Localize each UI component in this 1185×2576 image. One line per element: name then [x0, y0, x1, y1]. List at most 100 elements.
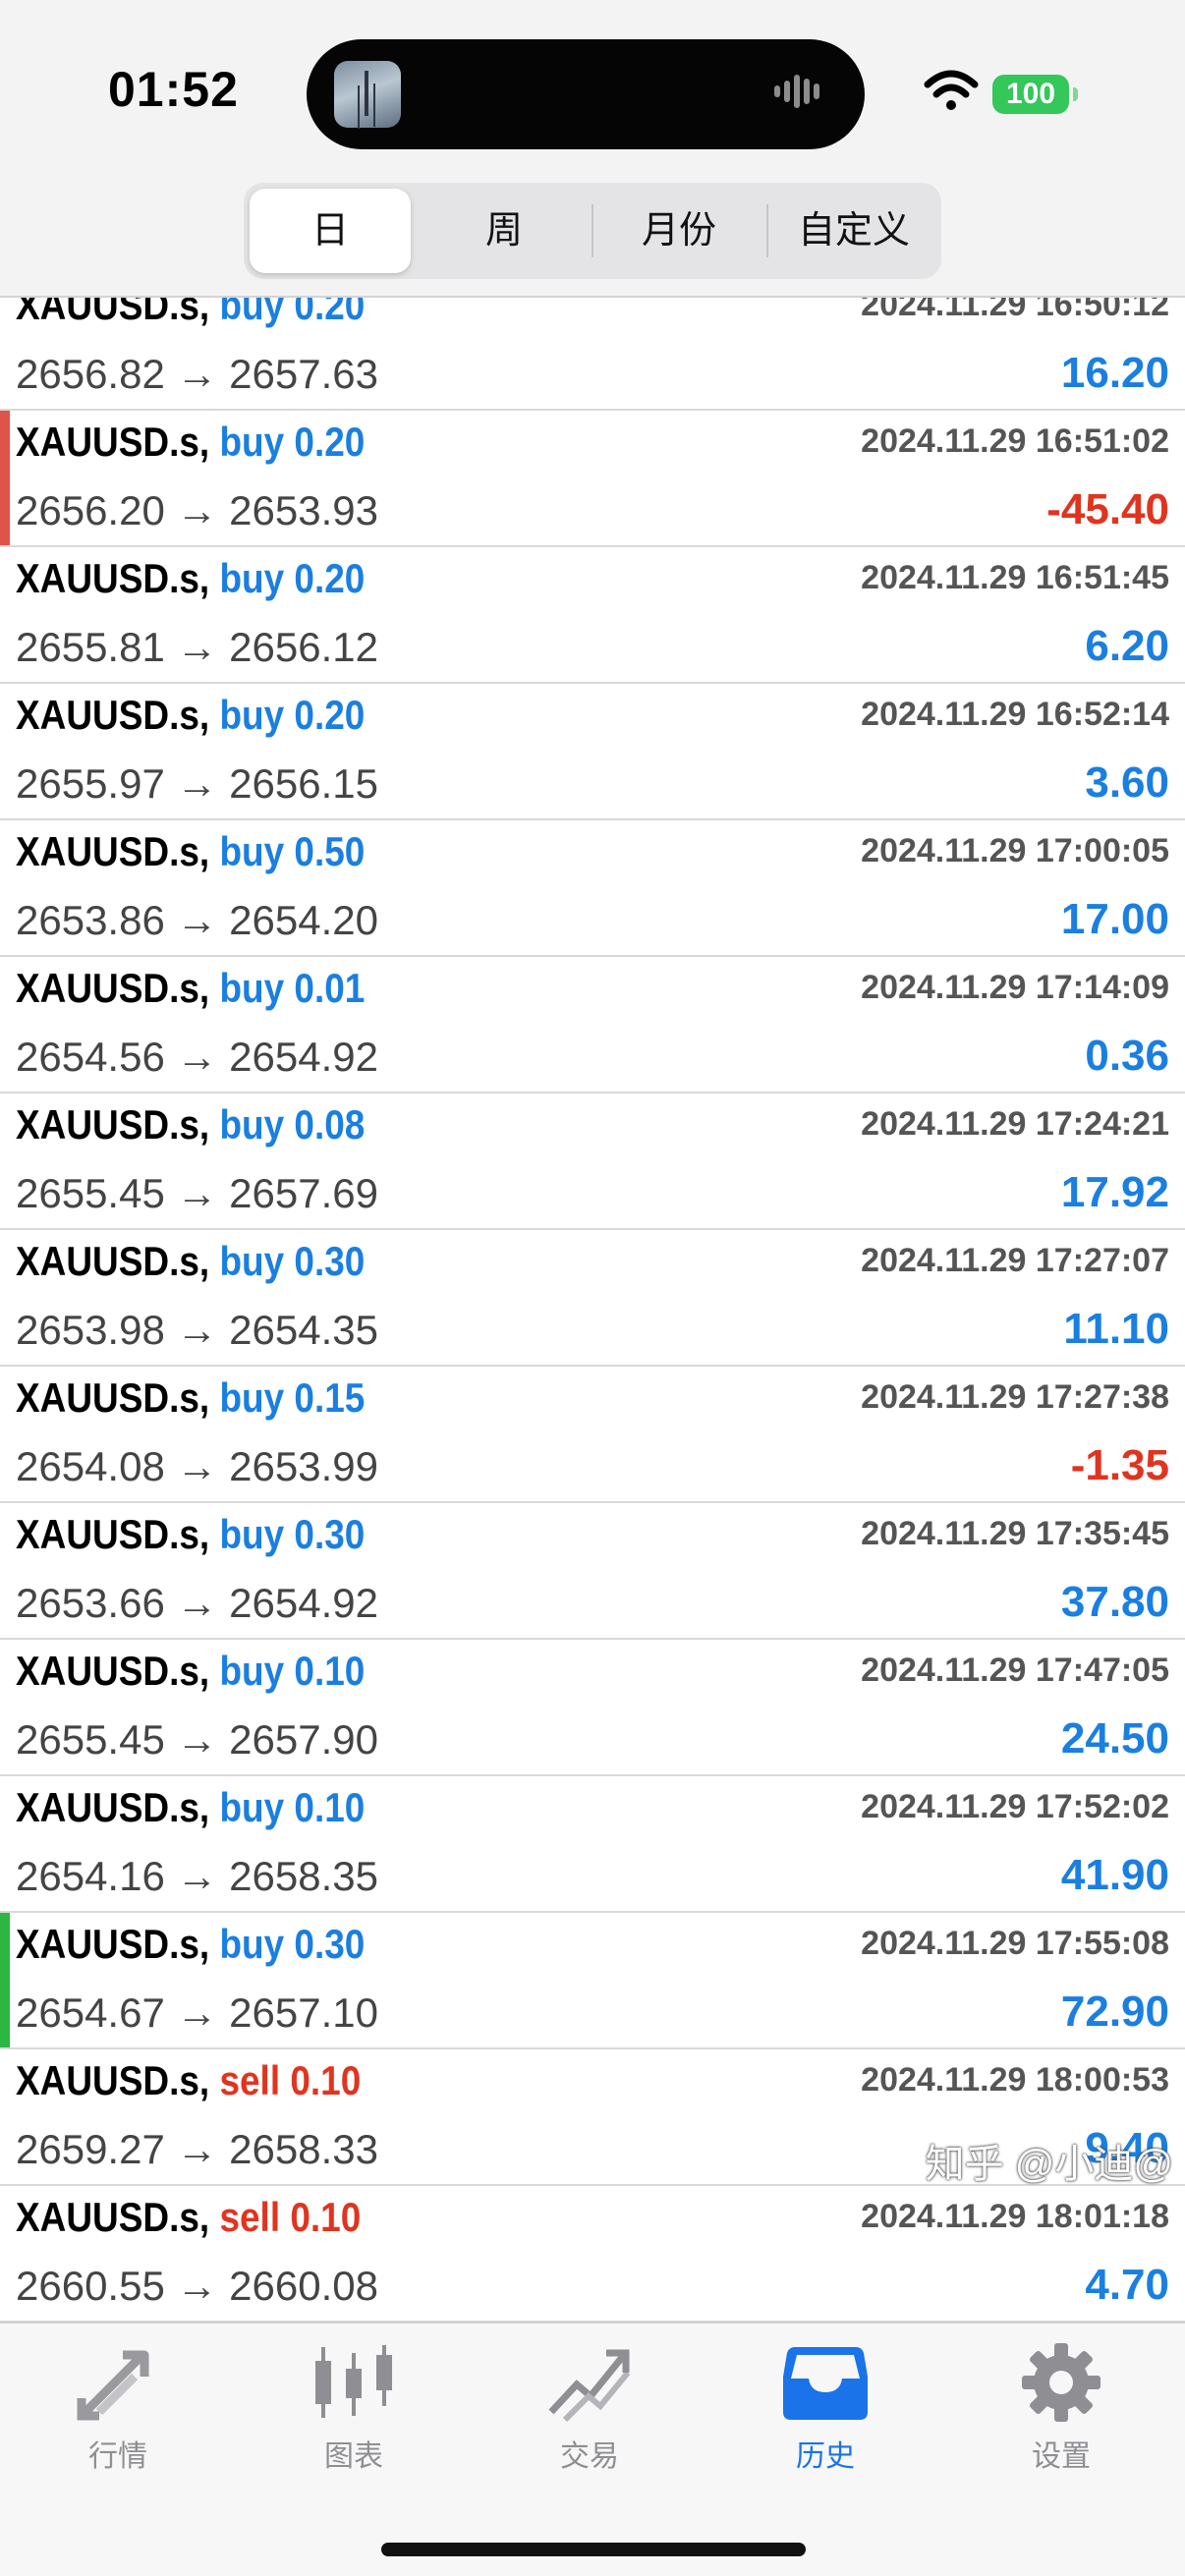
audio-waveform-icon: [774, 75, 837, 114]
trade-profit: 0.36: [1085, 1032, 1169, 1080]
trade-symbol: XAUUSD.s, buy 0.20: [16, 298, 365, 329]
trade-row[interactable]: XAUUSD.s, buy 0.20 2024.11.29 16:51:02 265…: [0, 411, 1185, 547]
trade-row[interactable]: XAUUSD.s, buy 0.20 2024.11.29 16:52:14 265…: [0, 684, 1185, 820]
tab-trade[interactable]: 交易: [501, 2343, 678, 2491]
trade-prices: 2653.86 → 2654.20: [16, 897, 378, 943]
trade-datetime: 2024.11.29 16:52:14: [861, 696, 1169, 733]
trade-row[interactable]: XAUUSD.s, buy 0.30 2024.11.29 17:55:08 265…: [0, 1913, 1185, 2049]
symbol-name: XAUUSD.s,: [16, 555, 210, 601]
symbol-name: XAUUSD.s,: [16, 828, 210, 874]
symbol-name: XAUUSD.s,: [16, 965, 210, 1011]
trade-datetime: 2024.11.29 17:24:21: [861, 1105, 1169, 1143]
symbol-name: XAUUSD.s,: [16, 1921, 210, 1967]
trade-trend-icon: [548, 2349, 631, 2422]
trade-datetime: 2024.11.29 17:14:09: [861, 969, 1169, 1006]
trade-marker: [0, 1913, 10, 2047]
trade-datetime: 2024.11.29 16:51:02: [861, 422, 1169, 460]
trade-symbol: XAUUSD.s, sell 0.10: [16, 2194, 361, 2241]
trade-side-volume: buy 0.10: [219, 1784, 366, 1830]
trade-symbol: XAUUSD.s, buy 0.30: [16, 1511, 365, 1558]
symbol-name: XAUUSD.s,: [16, 1784, 210, 1830]
trade-side-volume: buy 0.08: [219, 1101, 366, 1148]
trade-symbol: XAUUSD.s, buy 0.20: [16, 419, 365, 466]
trade-row[interactable]: XAUUSD.s, buy 0.20 2024.11.29 16:50:12 265…: [0, 298, 1185, 411]
segment-month[interactable]: 月份: [595, 189, 762, 273]
symbol-name: XAUUSD.s,: [16, 1374, 210, 1421]
segment-day[interactable]: 日: [250, 189, 411, 273]
trade-symbol: XAUUSD.s, buy 0.10: [16, 1784, 365, 1831]
now-playing-artwork: [334, 61, 401, 128]
trade-symbol: XAUUSD.s, buy 0.50: [16, 828, 365, 875]
trade-profit: 4.70: [1085, 2261, 1169, 2309]
trade-row[interactable]: XAUUSD.s, buy 0.10 2024.11.29 17:52:02 265…: [0, 1776, 1185, 1913]
symbol-name: XAUUSD.s,: [16, 1511, 210, 1557]
dynamic-island[interactable]: [307, 39, 865, 149]
trade-datetime: 2024.11.29 18:00:53: [861, 2061, 1169, 2099]
tab-history[interactable]: 历史: [737, 2343, 914, 2491]
symbol-name: XAUUSD.s,: [16, 298, 210, 328]
trade-marker: [0, 411, 10, 545]
trade-symbol: XAUUSD.s, buy 0.20: [16, 555, 365, 602]
trade-history-list[interactable]: XAUUSD.s, buy 0.20 2024.11.29 16:50:12 265…: [0, 298, 1185, 2322]
trade-symbol: XAUUSD.s, sell 0.10: [16, 2057, 361, 2104]
trade-profit: -1.35: [1070, 1441, 1169, 1489]
tab-settings[interactable]: 设置: [973, 2343, 1150, 2491]
trade-side-volume: buy 0.30: [219, 1511, 366, 1557]
tab-label: 行情: [88, 2440, 147, 2473]
trade-row[interactable]: XAUUSD.s, buy 0.08 2024.11.29 17:24:21 265…: [0, 1093, 1185, 1230]
top-header: 01:52 100 日 周 月份 自定义: [0, 0, 1185, 298]
trade-profit: 16.20: [1060, 349, 1169, 397]
trade-datetime: 2024.11.29 17:55:08: [861, 1925, 1169, 1962]
trade-row[interactable]: XAUUSD.s, buy 0.30 2024.11.29 17:27:07 265…: [0, 1230, 1185, 1367]
history-inbox-icon: [783, 2347, 868, 2420]
trade-side-volume: buy 0.01: [219, 965, 366, 1011]
trade-side-volume: buy 0.20: [219, 555, 366, 601]
trade-profit: 41.90: [1060, 1851, 1169, 1899]
trade-symbol: XAUUSD.s, buy 0.15: [16, 1374, 365, 1422]
trade-prices: 2654.56 → 2654.92: [16, 1034, 378, 1080]
trade-prices: 2653.98 → 2654.35: [16, 1307, 378, 1353]
tab-charts[interactable]: 图表: [265, 2343, 442, 2491]
segment-divider: [592, 204, 593, 257]
trade-prices: 2653.66 → 2654.92: [16, 1580, 378, 1626]
candlestick-chart-icon: [315, 2345, 392, 2418]
trade-prices: 2655.81 → 2656.12: [16, 624, 378, 670]
watermark: 知乎 @小迪@: [925, 2143, 1173, 2186]
trade-row[interactable]: XAUUSD.s, sell 0.10 2024.11.29 18:01:18 26…: [0, 2186, 1185, 2322]
symbol-name: XAUUSD.s,: [16, 419, 210, 465]
trade-side-volume: sell 0.10: [219, 2057, 362, 2103]
trade-datetime: 2024.11.29 17:27:38: [861, 1378, 1169, 1416]
tab-label: 图表: [324, 2440, 383, 2473]
trade-row[interactable]: XAUUSD.s, buy 0.01 2024.11.29 17:14:09 265…: [0, 957, 1185, 1093]
trade-prices: 2655.45 → 2657.90: [16, 1716, 378, 1763]
trade-row[interactable]: XAUUSD.s, buy 0.50 2024.11.29 17:00:05 265…: [0, 820, 1185, 957]
trade-row[interactable]: XAUUSD.s, buy 0.20 2024.11.29 16:51:45 265…: [0, 547, 1185, 684]
trade-prices: 2654.16 → 2658.35: [16, 1853, 378, 1899]
trade-row[interactable]: XAUUSD.s, buy 0.10 2024.11.29 17:47:05 265…: [0, 1640, 1185, 1776]
trade-profit: 17.00: [1060, 895, 1169, 943]
trade-profit: -45.40: [1046, 485, 1169, 533]
trade-profit: 11.10: [1063, 1305, 1169, 1353]
wifi-icon: [924, 70, 979, 110]
tab-quotes[interactable]: 行情: [29, 2343, 206, 2491]
trade-row[interactable]: XAUUSD.s, buy 0.30 2024.11.29 17:35:45 265…: [0, 1503, 1185, 1640]
trade-datetime: 2024.11.29 17:35:45: [861, 1515, 1169, 1552]
trade-row[interactable]: XAUUSD.s, buy 0.15 2024.11.29 17:27:38 265…: [0, 1367, 1185, 1503]
tab-label: 交易: [560, 2440, 619, 2473]
status-time: 01:52: [108, 62, 239, 117]
trade-side-volume: sell 0.10: [219, 2194, 362, 2240]
segment-week[interactable]: 周: [421, 189, 588, 273]
trade-prices: 2656.20 → 2653.93: [16, 487, 378, 533]
symbol-name: XAUUSD.s,: [16, 1101, 210, 1148]
trade-side-volume: buy 0.50: [219, 828, 366, 874]
bottom-tab-bar: 行情 图表 交易 历史 设置: [0, 2322, 1185, 2576]
quotes-arrows-icon: [77, 2350, 149, 2421]
trade-prices: 2660.55 → 2660.08: [16, 2263, 378, 2309]
trade-side-volume: buy 0.10: [219, 1648, 366, 1694]
battery-indicator: 100: [992, 75, 1078, 114]
trade-symbol: XAUUSD.s, buy 0.30: [16, 1921, 365, 1968]
trade-side-volume: buy 0.20: [219, 419, 366, 465]
tab-label: 历史: [796, 2440, 855, 2473]
segment-custom[interactable]: 自定义: [770, 189, 937, 273]
tab-label: 设置: [1032, 2440, 1091, 2473]
